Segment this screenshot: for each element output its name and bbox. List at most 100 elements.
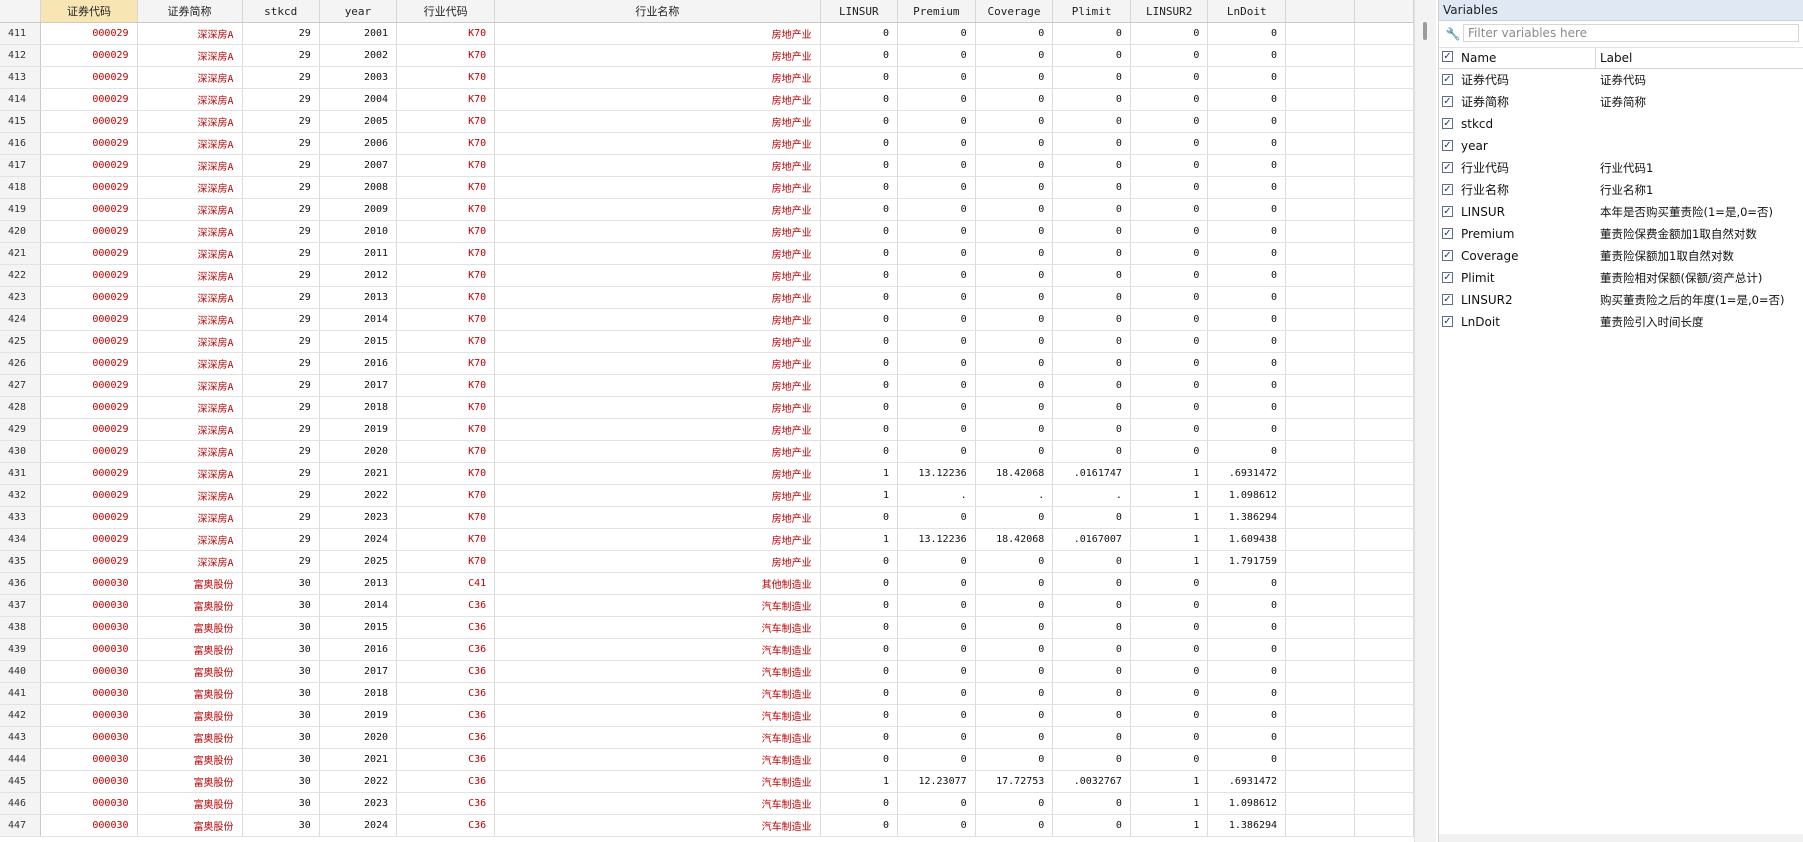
table-cell[interactable]: 2024 (319, 528, 398, 551)
table-cell[interactable]: 000030 (40, 616, 138, 639)
table-cell[interactable]: 0 (1052, 726, 1131, 749)
table-cell[interactable]: 富奥股份 (137, 792, 243, 815)
table-cell[interactable]: 0 (1130, 242, 1209, 265)
table-cell[interactable]: K70 (396, 528, 496, 551)
row-number[interactable]: 420 (0, 220, 42, 243)
table-cell[interactable]: 2004 (319, 88, 398, 111)
table-cell[interactable]: 0 (975, 88, 1054, 111)
table-cell[interactable]: 0 (1130, 682, 1209, 705)
column-header[interactable]: Coverage (975, 0, 1054, 23)
row-number[interactable]: 438 (0, 616, 42, 639)
table-cell[interactable]: 0 (820, 396, 899, 419)
table-cell[interactable]: 汽车制造业 (494, 682, 821, 705)
table-cell[interactable]: 房地产业 (494, 154, 821, 177)
table-cell[interactable]: 0 (975, 682, 1054, 705)
table-cell[interactable]: 0 (1207, 418, 1287, 441)
row-number[interactable]: 428 (0, 396, 42, 419)
table-cell[interactable]: 0 (975, 550, 1054, 573)
table-cell[interactable]: 000029 (40, 66, 138, 89)
table-cell[interactable]: 30 (242, 638, 320, 661)
row-number[interactable]: 441 (0, 682, 42, 705)
table-cell[interactable]: 0 (975, 132, 1054, 155)
table-cell[interactable]: 0 (897, 352, 976, 375)
table-cell[interactable]: K70 (396, 264, 496, 287)
table-cell[interactable]: .0161747 (1052, 462, 1131, 485)
table-cell[interactable]: 000029 (40, 308, 138, 331)
table-cell[interactable]: 0 (1130, 330, 1209, 353)
table-cell[interactable]: 0 (820, 792, 899, 815)
table-cell[interactable]: 0 (1130, 440, 1209, 463)
table-cell[interactable]: 000029 (40, 440, 138, 463)
table-cell[interactable]: 0 (897, 330, 976, 353)
table-cell[interactable]: 深深房A (137, 462, 243, 485)
table-cell[interactable]: K70 (396, 550, 496, 573)
table-cell[interactable]: 29 (242, 440, 320, 463)
table-cell[interactable]: 29 (242, 462, 320, 485)
table-cell[interactable]: 2018 (319, 682, 398, 705)
checkbox-checked-icon[interactable]: ✓ (1442, 228, 1453, 239)
row-number[interactable]: 429 (0, 418, 42, 441)
table-cell[interactable]: 000029 (40, 528, 138, 551)
table-cell[interactable]: 0 (897, 22, 976, 45)
table-cell[interactable]: 2006 (319, 132, 398, 155)
table-cell[interactable]: 0 (1207, 88, 1287, 111)
table-cell[interactable]: 0 (820, 88, 899, 111)
table-cell[interactable]: 1 (820, 770, 899, 793)
table-cell[interactable]: 29 (242, 396, 320, 419)
table-cell[interactable]: 0 (975, 44, 1054, 67)
table-cell[interactable]: 2022 (319, 770, 398, 793)
row-number[interactable]: 411 (0, 22, 42, 45)
table-cell[interactable]: 0 (1207, 616, 1287, 639)
table-cell[interactable]: 29 (242, 22, 320, 45)
table-cell[interactable]: 0 (1052, 418, 1131, 441)
table-cell[interactable]: 0 (1207, 286, 1287, 309)
table-cell[interactable]: 深深房A (137, 286, 243, 309)
table-cell[interactable]: 0 (897, 616, 976, 639)
table-cell[interactable]: 汽车制造业 (494, 814, 821, 837)
row-number[interactable]: 425 (0, 330, 42, 353)
table-cell[interactable]: 0 (975, 748, 1054, 771)
row-number[interactable]: 424 (0, 308, 42, 331)
table-cell[interactable]: 0 (1130, 264, 1209, 287)
table-cell[interactable]: 29 (242, 418, 320, 441)
table-cell[interactable]: 1 (1130, 484, 1209, 507)
table-cell[interactable]: 000030 (40, 704, 138, 727)
table-cell[interactable]: 0 (975, 638, 1054, 661)
row-number[interactable]: 445 (0, 770, 42, 793)
table-cell[interactable]: 0 (897, 792, 976, 815)
table-cell[interactable]: 30 (242, 770, 320, 793)
table-cell[interactable]: 0 (820, 22, 899, 45)
table-cell[interactable]: 2022 (319, 484, 398, 507)
table-cell[interactable]: 13.12236 (897, 528, 976, 551)
table-cell[interactable]: 0 (897, 682, 976, 705)
table-cell[interactable]: 富奥股份 (137, 770, 243, 793)
table-cell[interactable]: 30 (242, 814, 320, 837)
table-cell[interactable]: 深深房A (137, 110, 243, 133)
table-cell[interactable]: K70 (396, 418, 496, 441)
table-cell[interactable]: 2015 (319, 616, 398, 639)
table-cell[interactable]: K70 (396, 22, 496, 45)
variable-row[interactable]: ✓ 证券代码 证券代码 (1439, 69, 1803, 91)
table-cell[interactable]: 0 (975, 396, 1054, 419)
table-cell[interactable]: 0 (1207, 176, 1287, 199)
table-cell[interactable]: 0 (897, 704, 976, 727)
table-cell[interactable]: 000029 (40, 88, 138, 111)
table-cell[interactable]: 29 (242, 352, 320, 375)
table-cell[interactable]: C41 (396, 572, 496, 595)
row-number[interactable]: 414 (0, 88, 42, 111)
select-all-checkbox[interactable]: ✓ (1442, 51, 1453, 62)
row-number[interactable]: 423 (0, 286, 42, 309)
table-cell[interactable]: 房地产业 (494, 66, 821, 89)
table-cell[interactable]: 汽车制造业 (494, 616, 821, 639)
table-cell[interactable]: 0 (1130, 88, 1209, 111)
checkbox-checked-icon[interactable]: ✓ (1442, 96, 1453, 107)
table-cell[interactable]: 富奥股份 (137, 748, 243, 771)
table-cell[interactable]: 2019 (319, 704, 398, 727)
table-cell[interactable]: 房地产业 (494, 440, 821, 463)
table-cell[interactable]: 0 (1130, 418, 1209, 441)
table-cell[interactable]: K70 (396, 330, 496, 353)
variable-row[interactable]: ✓ year (1439, 135, 1803, 157)
table-cell[interactable]: 30 (242, 704, 320, 727)
table-cell[interactable]: 29 (242, 44, 320, 67)
table-cell[interactable]: 1 (1130, 528, 1209, 551)
